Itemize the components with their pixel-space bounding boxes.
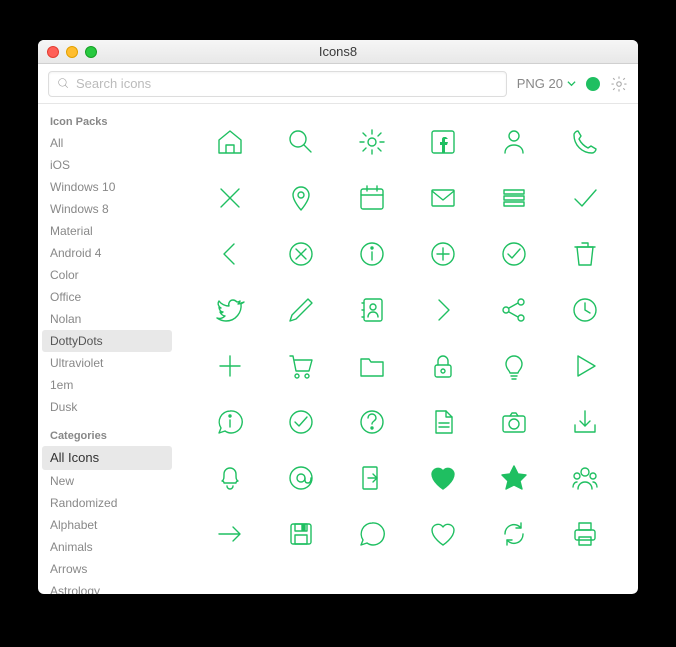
menu-icon[interactable]: [478, 170, 549, 226]
home-icon[interactable]: [194, 114, 265, 170]
search-icon: [57, 77, 70, 90]
close-icon[interactable]: [194, 170, 265, 226]
share-icon[interactable]: [478, 282, 549, 338]
info-circle-icon[interactable]: [336, 226, 407, 282]
heart-icon[interactable]: [407, 450, 478, 506]
pack-item-windows-8[interactable]: Windows 8: [38, 198, 176, 220]
exit-icon[interactable]: [336, 450, 407, 506]
pack-item-office[interactable]: Office: [38, 286, 176, 308]
idea-icon[interactable]: [478, 338, 549, 394]
user-icon[interactable]: [478, 114, 549, 170]
format-selector[interactable]: PNG 20: [517, 76, 576, 91]
category-item-randomized[interactable]: Randomized: [38, 492, 176, 514]
camera-icon[interactable]: [478, 394, 549, 450]
pack-item-ios[interactable]: iOS: [38, 154, 176, 176]
search-field[interactable]: [48, 71, 507, 97]
pack-item-material[interactable]: Material: [38, 220, 176, 242]
group-icon[interactable]: [549, 450, 620, 506]
toolbar: PNG 20: [38, 64, 638, 104]
check-icon[interactable]: [549, 170, 620, 226]
star-icon[interactable]: [478, 450, 549, 506]
category-item-animals[interactable]: Animals: [38, 536, 176, 558]
contacts-icon[interactable]: [336, 282, 407, 338]
forward-icon[interactable]: [407, 282, 478, 338]
app-window: Icons8 PNG 20 Icon Packs AlliOSWindows 1…: [38, 40, 638, 594]
trash-icon[interactable]: [549, 226, 620, 282]
format-label: PNG 20: [517, 76, 563, 91]
pack-item-dusk[interactable]: Dusk: [38, 396, 176, 418]
category-item-astrology[interactable]: Astrology: [38, 580, 176, 595]
window-title: Icons8: [38, 44, 638, 59]
window-zoom-button[interactable]: [85, 46, 97, 58]
window-close-button[interactable]: [47, 46, 59, 58]
pack-item-windows-10[interactable]: Windows 10: [38, 176, 176, 198]
check-circle-icon[interactable]: [478, 226, 549, 282]
lock-icon[interactable]: [407, 338, 478, 394]
mail-icon[interactable]: [407, 170, 478, 226]
sidebar: Icon Packs AlliOSWindows 10Windows 8Mate…: [38, 104, 176, 594]
phone-icon[interactable]: [549, 114, 620, 170]
print-icon[interactable]: [549, 506, 620, 562]
categories-heading: Categories: [38, 426, 176, 446]
titlebar: Icons8: [38, 40, 638, 64]
save-icon[interactable]: [265, 506, 336, 562]
category-item-arrows[interactable]: Arrows: [38, 558, 176, 580]
ok-circle-icon[interactable]: [265, 394, 336, 450]
pack-item-dottydots[interactable]: DottyDots: [42, 330, 172, 352]
pack-item-android-4[interactable]: Android 4: [38, 242, 176, 264]
icon-grid: [176, 104, 638, 594]
search-icon[interactable]: [265, 114, 336, 170]
bell-icon[interactable]: [194, 450, 265, 506]
close-circle-icon[interactable]: [265, 226, 336, 282]
info-speech-icon[interactable]: [194, 394, 265, 450]
facebook-icon[interactable]: [407, 114, 478, 170]
location-icon[interactable]: [265, 170, 336, 226]
plus-icon[interactable]: [194, 338, 265, 394]
download-icon[interactable]: [549, 394, 620, 450]
category-item-new[interactable]: New: [38, 470, 176, 492]
calendar-icon[interactable]: [336, 170, 407, 226]
cart-icon[interactable]: [265, 338, 336, 394]
pack-item-all[interactable]: All: [38, 132, 176, 154]
speech-icon[interactable]: [336, 506, 407, 562]
folder-icon[interactable]: [336, 338, 407, 394]
add-circle-icon[interactable]: [407, 226, 478, 282]
window-minimize-button[interactable]: [66, 46, 78, 58]
play-icon[interactable]: [549, 338, 620, 394]
twitter-icon[interactable]: [194, 282, 265, 338]
pack-item-ultraviolet[interactable]: Ultraviolet: [38, 352, 176, 374]
category-item-all-icons[interactable]: All Icons: [42, 446, 172, 470]
email-at-icon[interactable]: [265, 450, 336, 506]
search-input[interactable]: [76, 76, 498, 91]
settings-button[interactable]: [610, 75, 628, 93]
back-icon[interactable]: [194, 226, 265, 282]
help-circle-icon[interactable]: [336, 394, 407, 450]
clock-icon[interactable]: [549, 282, 620, 338]
document-icon[interactable]: [407, 394, 478, 450]
heart-outline-icon[interactable]: [407, 506, 478, 562]
pack-item-color[interactable]: Color: [38, 264, 176, 286]
pack-item-1em[interactable]: 1em: [38, 374, 176, 396]
color-indicator[interactable]: [586, 77, 600, 91]
settings-icon[interactable]: [336, 114, 407, 170]
refresh-icon[interactable]: [478, 506, 549, 562]
arrow-right-icon[interactable]: [194, 506, 265, 562]
pack-item-nolan[interactable]: Nolan: [38, 308, 176, 330]
chevron-down-icon: [567, 79, 576, 88]
edit-icon[interactable]: [265, 282, 336, 338]
packs-heading: Icon Packs: [38, 112, 176, 132]
category-item-alphabet[interactable]: Alphabet: [38, 514, 176, 536]
